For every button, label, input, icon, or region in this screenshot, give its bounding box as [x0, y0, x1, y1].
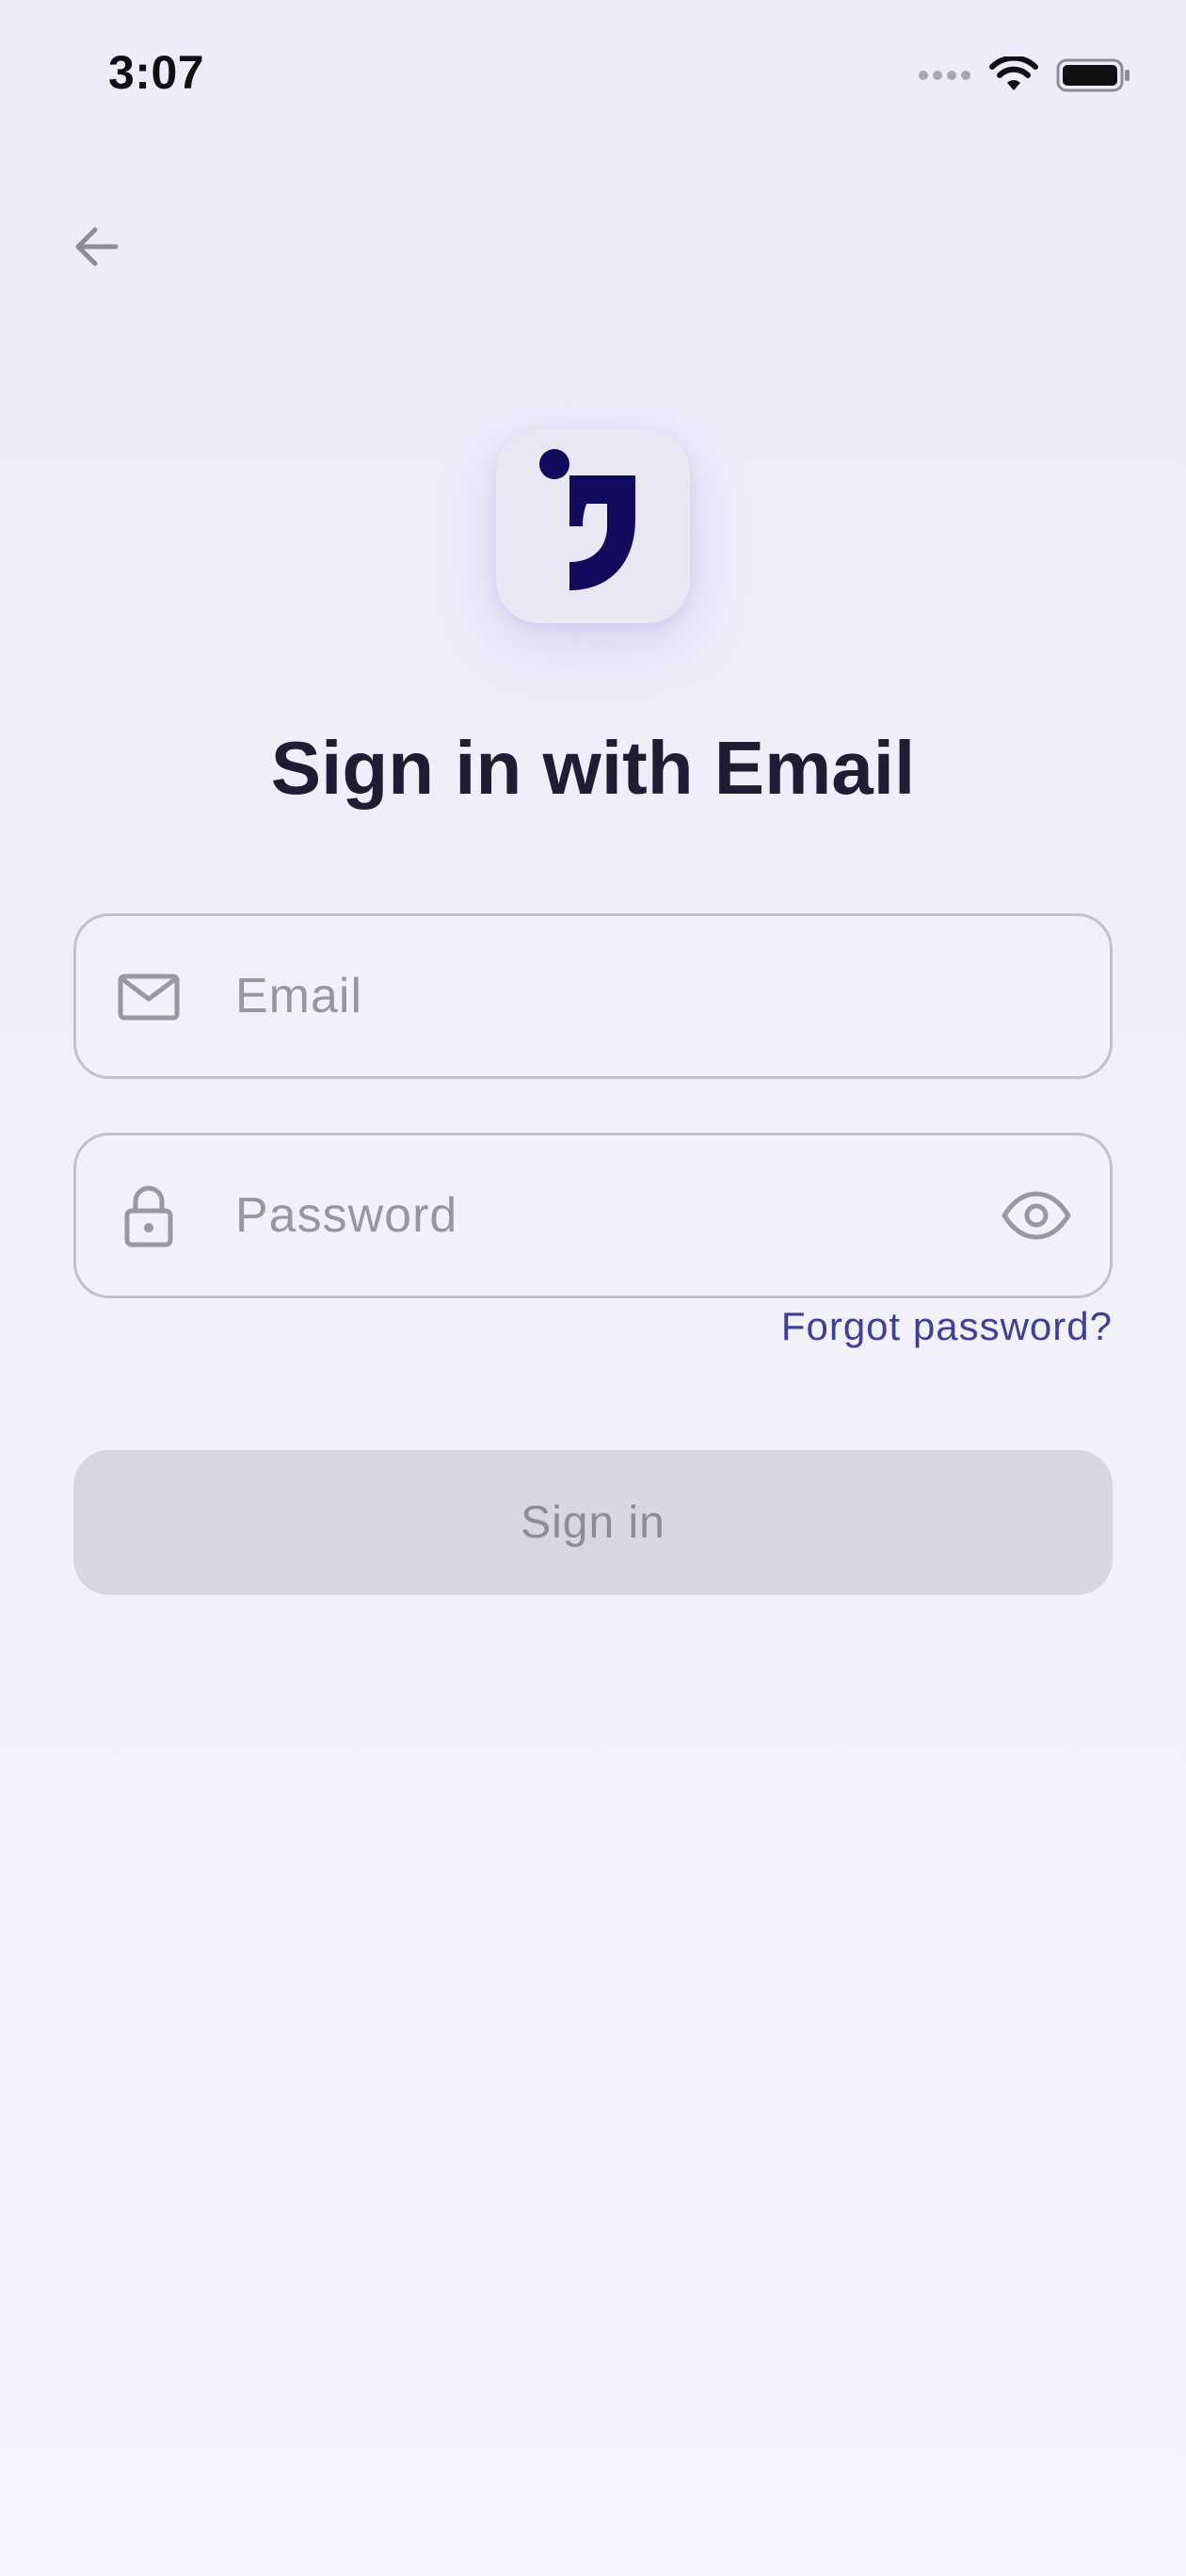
- wifi-icon: [989, 56, 1038, 90]
- app-logo: [496, 429, 690, 623]
- status-icons: [919, 55, 1131, 96]
- mail-icon: [114, 961, 184, 1031]
- lock-icon: [114, 1181, 184, 1250]
- eye-icon: [1002, 1191, 1071, 1240]
- status-time: 3:07: [108, 46, 205, 99]
- password-input[interactable]: [233, 1135, 987, 1296]
- page-title: Sign in with Email: [270, 726, 916, 810]
- email-field[interactable]: [73, 913, 1113, 1079]
- battery-icon: [1056, 58, 1130, 92]
- forgot-password-link[interactable]: Forgot password?: [781, 1304, 1113, 1349]
- email-input[interactable]: [233, 916, 987, 1076]
- back-button[interactable]: [58, 207, 137, 286]
- signal-dots-icon: [919, 71, 970, 80]
- brand-logo-icon: [539, 449, 635, 590]
- status-bar: 3:07: [0, 0, 1186, 151]
- password-field[interactable]: [73, 1133, 1113, 1298]
- sign-in-button[interactable]: Sign in: [73, 1450, 1113, 1595]
- show-password-toggle[interactable]: [997, 1176, 1076, 1255]
- arrow-left-icon: [75, 227, 119, 266]
